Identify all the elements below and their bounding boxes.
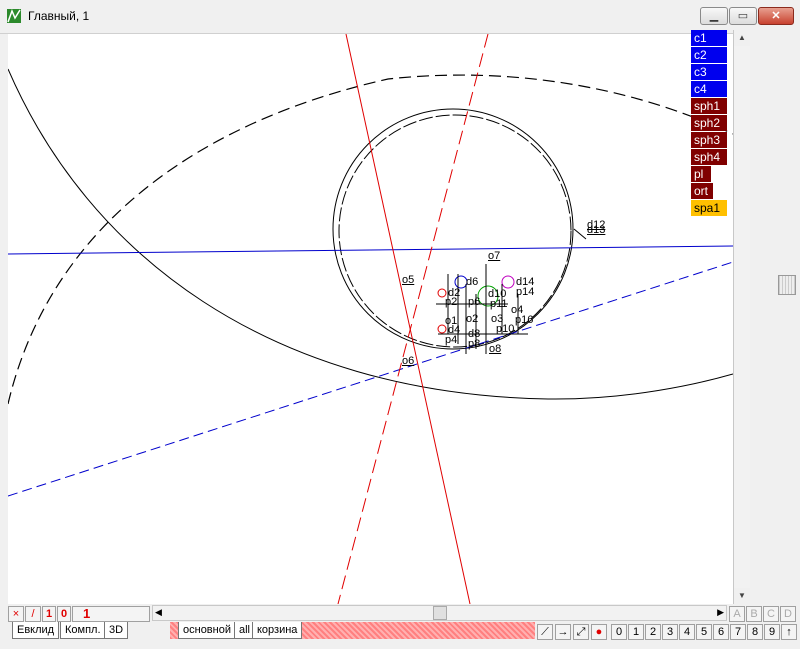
digit-button-9[interactable]: 9 bbox=[764, 624, 780, 640]
label-p14: p14 bbox=[516, 286, 535, 298]
line-blue-dashed bbox=[8, 261, 733, 497]
line-blue-solid bbox=[8, 245, 733, 255]
label-d6: d6 bbox=[466, 276, 479, 288]
scroll-thumb[interactable] bbox=[433, 606, 447, 620]
legend-item[interactable]: c1 bbox=[691, 30, 727, 46]
label-o7: o7 bbox=[488, 250, 501, 262]
line-tool-icon[interactable]: / bbox=[25, 606, 41, 622]
legend-item[interactable]: sph3 bbox=[691, 132, 727, 148]
title-bar: Главный, 1 ▁ ▭ ✕ bbox=[0, 0, 800, 34]
digit-button-6[interactable]: 6 bbox=[713, 624, 729, 640]
close-button[interactable]: ✕ bbox=[758, 7, 794, 25]
legend-item[interactable]: c4 bbox=[691, 81, 727, 97]
label-d13: d13 bbox=[587, 224, 606, 236]
label-o5: o5 bbox=[402, 274, 415, 286]
label-o8: o8 bbox=[489, 343, 502, 355]
digit-button-0[interactable]: 0 bbox=[611, 624, 627, 640]
legend-item[interactable]: spa1 bbox=[691, 200, 727, 216]
label-p2: p2 bbox=[445, 296, 458, 308]
legend-item[interactable]: c2 bbox=[691, 47, 727, 63]
label-p10: p10 bbox=[496, 323, 515, 335]
segment-tool-icon[interactable]: ⟋ bbox=[537, 624, 553, 640]
legend-item[interactable]: sph1 bbox=[691, 98, 727, 114]
object-legend: c1 c2 c3 c4 sph1 sph2 sph3 sph4 pl ort s… bbox=[691, 30, 727, 217]
digit-button-4[interactable]: 4 bbox=[679, 624, 695, 640]
value-zero-button[interactable]: 0 bbox=[57, 606, 71, 622]
vertical-scrollbar[interactable]: ▲ ▼ bbox=[733, 30, 750, 604]
window-title: Главный, 1 bbox=[28, 9, 90, 23]
legend-item[interactable]: sph2 bbox=[691, 115, 727, 131]
curve-solid bbox=[8, 68, 733, 400]
digit-button-3[interactable]: 3 bbox=[662, 624, 678, 640]
legend-item[interactable]: c3 bbox=[691, 64, 727, 80]
scroll-left-arrow-icon[interactable]: ◀ bbox=[155, 607, 162, 618]
drawing-canvas[interactable]: o5 o6 o7 o8 d12 d13 d6 d14 d2 p2 d10 p14… bbox=[8, 34, 733, 604]
maximize-button[interactable]: ▭ bbox=[729, 7, 757, 25]
value-one-button[interactable]: 1 bbox=[42, 606, 56, 622]
marker-circle-magenta bbox=[501, 275, 515, 289]
label-p4: p4 bbox=[445, 334, 458, 346]
tab-euclid[interactable]: Евклид bbox=[12, 622, 60, 639]
circle-inner bbox=[338, 114, 572, 348]
tab-3d[interactable]: 3D bbox=[104, 622, 129, 639]
label-p8: p8 bbox=[468, 338, 481, 350]
scroll-up-arrow-icon[interactable]: ▲ bbox=[734, 30, 750, 46]
digit-button-8[interactable]: 8 bbox=[747, 624, 763, 640]
label-p6: p6 bbox=[468, 296, 481, 308]
view-c-button[interactable]: C bbox=[763, 606, 779, 622]
digit-button-7[interactable]: 7 bbox=[730, 624, 746, 640]
label-o2: o2 bbox=[466, 313, 479, 325]
curve-dashed bbox=[8, 74, 733, 405]
tab-trash-layer[interactable]: корзина bbox=[252, 622, 303, 639]
delete-icon[interactable]: × bbox=[8, 606, 24, 622]
up-arrow-button[interactable]: ↑ bbox=[781, 624, 797, 640]
view-b-button[interactable]: B bbox=[746, 606, 762, 622]
label-p11: p11 bbox=[490, 298, 508, 310]
digit-button-1[interactable]: 1 bbox=[628, 624, 644, 640]
view-a-button[interactable]: A bbox=[729, 606, 745, 622]
scroll-down-arrow-icon[interactable]: ▼ bbox=[734, 588, 750, 604]
legend-item[interactable]: ort bbox=[691, 183, 713, 199]
minimize-button[interactable]: ▁ bbox=[700, 7, 728, 25]
horizontal-scrollbar[interactable]: ◀ ▶ bbox=[152, 605, 727, 621]
arrow-tool-icon[interactable]: → bbox=[555, 624, 571, 640]
counter-display: 1 bbox=[72, 606, 150, 622]
right-slider-thumb[interactable] bbox=[778, 275, 796, 295]
digit-button-5[interactable]: 5 bbox=[696, 624, 712, 640]
legend-item[interactable]: pl bbox=[691, 166, 711, 182]
tab-complex[interactable]: Компл. bbox=[60, 622, 106, 639]
app-icon bbox=[7, 8, 21, 23]
resize-tool-icon[interactable]: ⤢ bbox=[573, 624, 589, 640]
view-d-button[interactable]: D bbox=[780, 606, 796, 622]
scroll-right-arrow-icon[interactable]: ▶ bbox=[717, 607, 724, 618]
geometry-drawing bbox=[8, 34, 733, 604]
label-p16: p16 bbox=[515, 314, 534, 326]
label-o6: o6 bbox=[402, 355, 415, 367]
right-panel bbox=[750, 30, 800, 604]
digit-button-2[interactable]: 2 bbox=[645, 624, 661, 640]
tab-main-layer[interactable]: основной bbox=[178, 622, 236, 639]
legend-item[interactable]: sph4 bbox=[691, 149, 727, 165]
record-icon[interactable]: ● bbox=[591, 624, 607, 640]
